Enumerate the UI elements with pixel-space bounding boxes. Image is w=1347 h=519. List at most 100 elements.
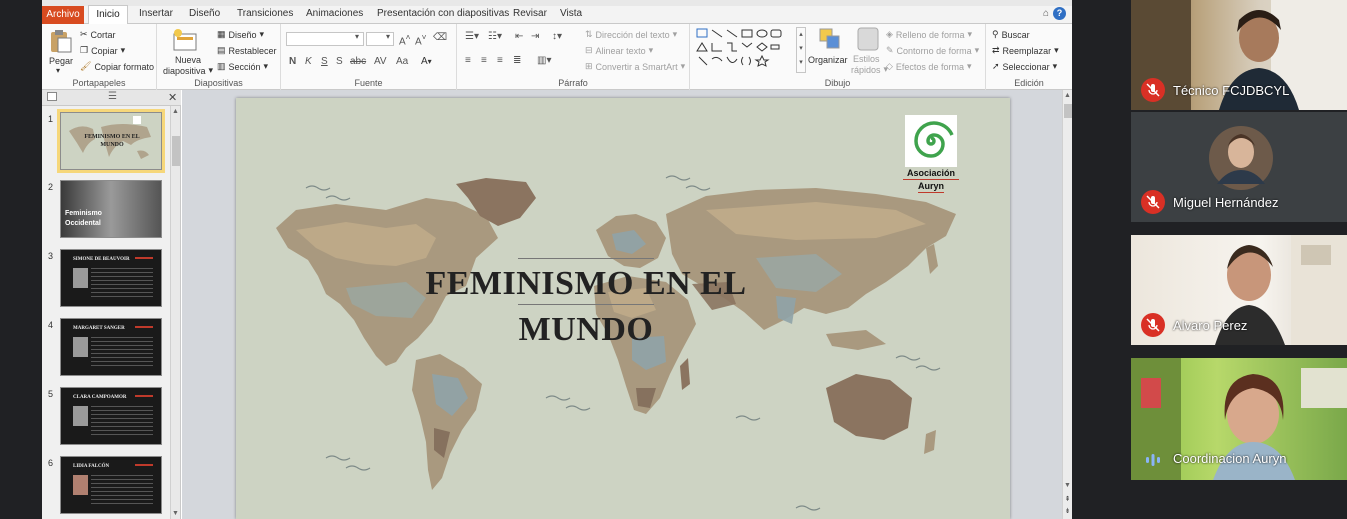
replace-button[interactable]: ⇄ Reemplazar ▾ [992,45,1059,56]
italic-icon[interactable]: K [305,56,312,67]
slide-thumbnail-5[interactable]: 5 CLARA CAMPOAMOR [42,387,172,449]
slides-tab-icon[interactable] [47,92,57,101]
align-right-icon[interactable]: ≡ [497,55,503,66]
arrange-icon[interactable] [817,26,843,52]
scroll-down-icon[interactable]: ▼ [171,510,180,517]
shapes-gallery[interactable] [695,27,793,73]
bold-icon[interactable]: N [289,56,296,67]
change-case-icon[interactable]: Aa [396,56,408,67]
shape-fill-button[interactable]: ◈ Relleno de forma ▾ [886,29,972,40]
slide-thumbnail-6[interactable]: 6 LIDIA FALCÓN [42,456,172,518]
paint-bucket-icon: ◈ [886,29,893,39]
shadow-icon[interactable]: S [336,56,343,67]
tab-transitions[interactable]: Transiciones [237,8,293,23]
close-panel-icon[interactable]: ✕ [168,91,177,104]
tab-animations[interactable]: Animaciones [306,8,363,23]
slide-thumbnail-4[interactable]: 4 MARGARET SANGER [42,318,172,380]
select-button[interactable]: ➚ Seleccionar ▾ [992,61,1057,72]
quick-styles-label[interactable]: Estilos [853,54,880,64]
scroll-up-icon[interactable]: ▲ [171,108,180,115]
participant-tile-4[interactable]: Coordinacion Auryn [1131,358,1347,480]
strikethrough-icon[interactable]: abc [350,56,366,67]
arrange-button[interactable]: Organizar [808,55,848,65]
previous-slide-icon[interactable]: ⇞ [1063,495,1072,503]
portrait-thumbnail-image [73,406,88,426]
slide-thumbnail-2[interactable]: 2 Feminismo Occidental [42,180,172,242]
columns-icon[interactable]: ▥▾ [537,55,551,66]
tab-review[interactable]: Revisar [513,8,547,23]
shape-effects-button[interactable]: ◇ Efectos de forma ▾ [886,61,972,72]
panel-tabs: ☰ ✕ [42,90,181,106]
scrollbar-thumb[interactable] [1064,104,1072,118]
grow-font-icon[interactable]: A˄ [399,32,411,47]
participant-tile-1[interactable]: Técnico FCJDBCYL [1131,0,1347,110]
font-color-icon[interactable]: A▾ [421,56,432,67]
editor-scrollbar[interactable]: ▲ ▼ ⇞ ⇟ [1062,90,1072,519]
ribbon: Pegar ▾ ✂ Cortar ❐ Copiar ▾ 🖌 Copiar formato… [42,24,1072,90]
align-center-icon[interactable]: ≡ [481,55,487,66]
tab-home[interactable]: Inicio [88,5,128,25]
text-direction-button[interactable]: ⇅ Dirección del texto ▾ [585,29,677,40]
justify-icon[interactable]: ≣ [513,55,521,66]
participant-name-1: Técnico FCJDBCYL [1173,83,1290,98]
slide-title[interactable]: FEMINISMO EN EL MUNDO [386,261,786,353]
align-left-icon[interactable]: ≡ [465,55,471,66]
quick-styles-icon[interactable] [855,26,881,52]
scroll-up-icon[interactable]: ▲ [1063,92,1072,99]
increase-indent-icon[interactable]: ⇥ [531,31,539,42]
font-size-dropdown-icon[interactable]: ▾ [386,32,390,41]
slide-thumbnail-1[interactable]: 1 FEMINISMO EN EL MUNDO [42,109,172,174]
slides-panel-scrollbar[interactable]: ▲ ▼ [170,106,180,519]
smartart-button[interactable]: ⊞ Convertir a SmartArt ▾ [585,61,685,72]
clear-format-icon[interactable]: ⌫ [433,32,447,43]
reset-button[interactable]: ▤ Restablecer [217,45,277,56]
participant-tile-2[interactable]: Miguel Hernández [1131,112,1347,222]
new-slide-label[interactable]: Nueva [175,55,201,65]
audio-activity-icon [1146,454,1160,466]
new-slide-icon[interactable] [172,28,198,54]
next-slide-icon[interactable]: ⇟ [1063,507,1072,515]
shrink-font-icon[interactable]: A˅ [415,32,427,47]
paste-dropdown-icon[interactable]: ▾ [56,66,60,75]
scroll-down-icon[interactable]: ▼ [1063,482,1072,489]
slide-thumbnail-3[interactable]: 3 SIMONE DE BEAUVOIR [42,249,172,311]
copy-icon: ❐ [80,45,89,55]
participant-tile-3[interactable]: Alvaro Perez [1131,235,1347,345]
collapse-ribbon-icon[interactable]: ⌂ [1043,8,1049,19]
tab-view[interactable]: Vista [560,8,582,23]
powerpoint-window: Archivo Inicio Insertar Diseño Transicio… [42,0,1072,519]
find-button[interactable]: ⚲ Buscar [992,29,1030,40]
layout-button[interactable]: ▦ Diseño ▾ [217,29,264,40]
mic-muted-icon [1141,313,1165,337]
decrease-indent-icon[interactable]: ⇤ [515,31,523,42]
shapes-scroll[interactable]: ▴ ▾ ▾ [796,27,806,73]
paste-icon[interactable] [48,28,74,54]
character-spacing-icon[interactable]: AV [374,56,387,67]
quick-styles-button[interactable]: rápidos ▾ [851,64,888,75]
copy-button[interactable]: ❐ Copiar ▾ [80,45,125,56]
scrollbar-thumb[interactable] [172,136,180,166]
bullets-icon[interactable]: ☰▾ [465,31,479,42]
slides-group: Nueva diapositiva ▾ ▦ Diseño ▾ ▤ Restablecer… [157,24,281,90]
new-slide-button[interactable]: diapositiva ▾ [163,65,213,76]
tab-slideshow[interactable]: Presentación con diapositivas [377,8,509,23]
current-slide[interactable]: FEMINISMO EN EL MUNDO Asociación Auryn [236,98,1010,519]
paste-button[interactable]: Pegar [49,56,73,66]
help-icon[interactable]: ? [1053,7,1066,20]
tab-insert[interactable]: Insertar [139,8,173,23]
ribbon-tabs: Archivo Inicio Insertar Diseño Transicio… [42,0,1072,25]
underline-icon[interactable]: S [321,56,328,67]
font-family-dropdown-icon[interactable]: ▾ [355,32,359,41]
outline-tab-icon[interactable]: ☰ [108,91,117,102]
shape-outline-button[interactable]: ✎ Contorno de forma ▾ [886,45,979,56]
section-button[interactable]: ▥ Sección ▾ [217,61,268,72]
font-family-select[interactable] [286,32,364,46]
copy-format-button[interactable]: 🖌 Copiar formato [80,61,154,72]
numbering-icon[interactable]: ☷▾ [488,31,502,42]
asociacion-auryn-logo: Asociación Auryn [903,115,959,197]
tab-file[interactable]: Archivo [42,6,84,24]
align-text-button[interactable]: ⊟ Alinear texto ▾ [585,45,653,56]
line-spacing-icon[interactable]: ↕▾ [552,31,562,42]
tab-design[interactable]: Diseño [189,8,220,23]
cut-button[interactable]: ✂ Cortar [80,29,116,40]
